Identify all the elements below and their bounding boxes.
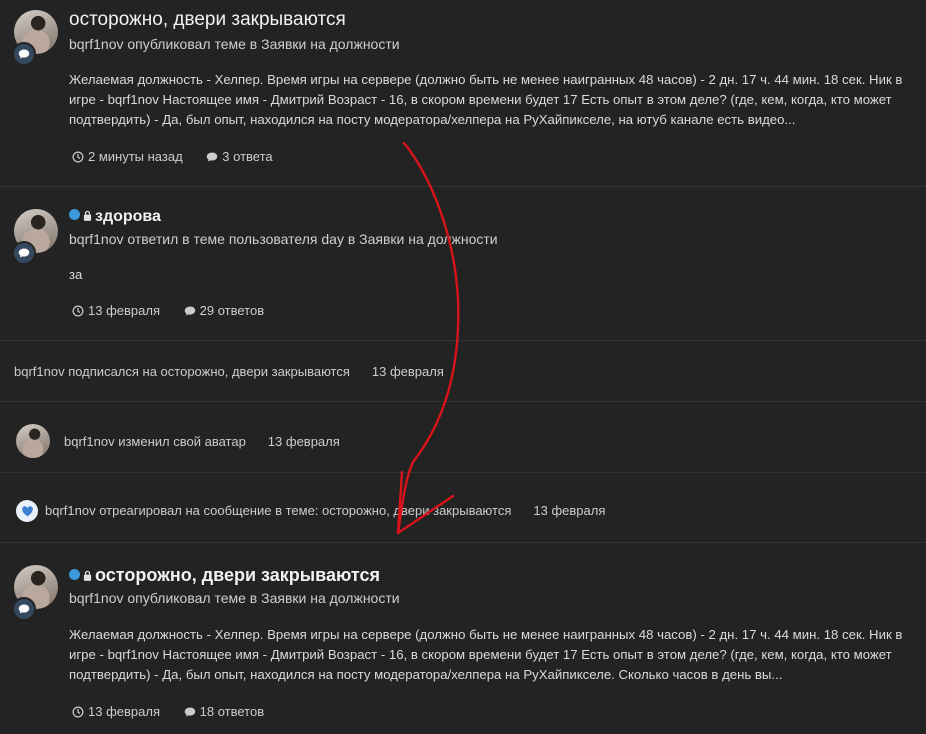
divider [0,472,926,473]
activity-text[interactable]: bqrf1nov изменил свой аватар [64,434,246,449]
clock-icon [72,305,84,316]
activity-text[interactable]: bqrf1nov подписался на осторожно, двери … [14,364,350,379]
post-title[interactable]: осторожно, двери закрываются [69,9,346,31]
avatar-change-activity[interactable]: bqrf1nov изменил свой аватар 13 февраля [64,434,340,449]
activity-text[interactable]: bqrf1nov отреагировал на сообщение в тем… [45,503,511,518]
post-replies-label: 29 ответов [199,303,265,318]
topic-title-text: здорова [95,208,161,225]
divider [0,401,926,402]
user-avatar[interactable] [12,209,58,265]
topic-title[interactable]: здорова [69,208,161,226]
topic-title-text: осторожно, двери закрываются [95,565,381,585]
divider [0,340,926,341]
post-replies[interactable]: 18 ответов [184,704,264,719]
annotation-arrow-shaft [396,141,460,535]
comment-icon [207,152,218,161]
post-replies[interactable]: 29 ответов [184,303,264,318]
unread-dot [69,209,80,220]
post-time-label: 13 февраля [88,704,160,719]
heart-icon [16,500,38,522]
post-snippet: Желаемая должность - Хелпер. Время игры … [69,72,903,127]
divider [0,542,926,543]
post-replies[interactable]: 3 ответа [206,149,273,164]
comment-icon [12,241,36,265]
post-time[interactable]: 2 минуты назад [72,149,183,164]
post-time[interactable]: 13 февраля [72,704,160,719]
comment-icon [12,597,36,621]
activity-date: 13 февраля [533,503,606,518]
divider [0,186,926,187]
reaction-activity[interactable]: bqrf1nov отреагировал на сообщение в тем… [45,503,605,518]
user-avatar[interactable] [12,10,58,66]
post-time[interactable]: 13 февраля [72,303,160,318]
post-snippet: Желаемая должность - Хелпер. Время игры … [69,627,903,682]
clock-icon [72,151,84,162]
comment-icon [184,707,195,716]
post-time-label: 13 февраля [88,303,160,318]
post-replies-label: 3 ответа [222,149,273,164]
user-avatar[interactable] [12,565,58,621]
post-snippet: за [69,267,83,282]
post-meta: 2 минуты назад 3 ответа [72,149,293,166]
post-time-label: 2 минуты назад [88,149,183,164]
topic-title[interactable]: осторожно, двери закрываются [69,565,380,586]
post-replies-label: 18 ответов [199,704,265,719]
post-meta: 13 февраля 29 ответов [72,303,284,320]
activity-date: 13 февраля [371,364,444,379]
activity-date: 13 февраля [267,434,340,449]
activity-stream: осторожно, двери закрываются bqrf1nov оп… [0,0,926,734]
post-subline[interactable]: bqrf1nov ответил в теме пользователя day… [69,231,498,247]
avatar[interactable] [16,424,50,458]
unread-dot [69,569,80,580]
comment-icon [12,42,36,66]
lock-icon [83,210,92,221]
follow-activity[interactable]: bqrf1nov подписался на осторожно, двери … [14,364,444,379]
comment-icon [184,306,195,315]
clock-icon [72,706,84,717]
post-subline[interactable]: bqrf1nov опубликовал теме в Заявки на до… [69,36,400,52]
post-subline[interactable]: bqrf1nov опубликовал теме в Заявки на до… [69,590,400,606]
post-meta: 13 февраля 18 ответов [72,704,284,721]
lock-icon [83,570,92,581]
